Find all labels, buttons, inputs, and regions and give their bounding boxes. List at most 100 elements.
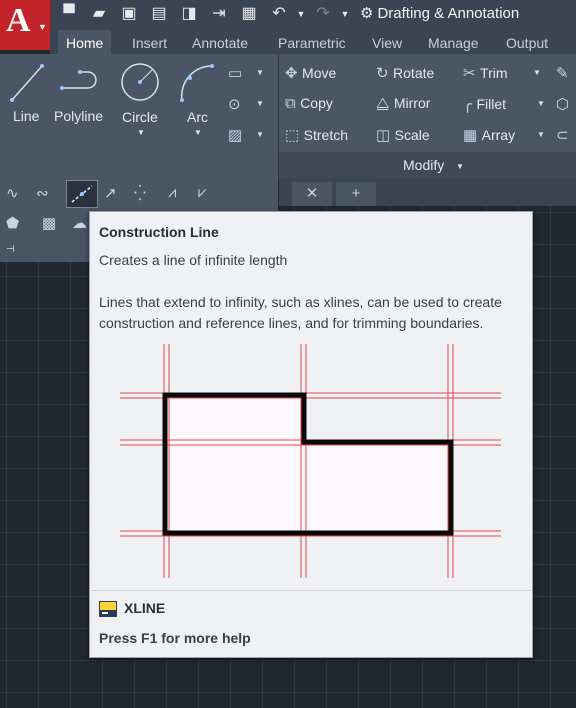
gear-icon: ⚙ [360,5,374,22]
divide-icon[interactable]: ⩘ [168,184,176,201]
chevron-down-icon[interactable]: ▼ [537,99,545,108]
scale-button[interactable]: ◫ Scale [376,126,430,145]
construction-line-button[interactable] [66,180,98,208]
move-button[interactable]: ✥ Move [285,64,336,83]
mirror-icon: ⧋ [376,95,390,112]
array-icon: ▦ [463,127,478,144]
chevron-down-icon[interactable]: ▼ [456,162,464,171]
tab-output[interactable]: Output [498,30,556,54]
line-tool-label: Line [13,108,40,124]
construction-line-icon [71,185,93,203]
erase-icon[interactable]: ✎ [556,64,569,82]
fillet-label: Fillet [476,96,507,112]
ellipse-icon[interactable]: ⊙ [228,95,241,113]
open-web-icon[interactable]: ◨ [178,4,200,24]
chevron-down-icon: ▼ [38,22,47,32]
tab-home[interactable]: Home [58,30,112,54]
hatch-icon[interactable]: ▨ [228,126,242,144]
chevron-down-icon[interactable]: ▼ [533,68,541,77]
chevron-down-icon[interactable]: ▼ [256,99,264,108]
draw-expanded-row-1: ∿ ∾ ↗ ⁛ ⩘ ⩗ [6,180,266,208]
draw-expanded-row-2: ⬟ ▩ ☁ [6,214,87,238]
measure-icon[interactable]: ⩗ [198,184,206,201]
polyline-tool-label: Polyline [54,108,104,124]
revcloud-icon[interactable]: ☁ [72,214,87,232]
undo-icon[interactable]: ↶ [268,4,290,24]
open-icon[interactable]: ▰ [88,4,110,24]
close-tab-button[interactable]: ✕ [292,182,332,206]
chevron-down-icon[interactable]: ▼ [334,4,356,24]
rotate-icon: ↻ [376,65,389,82]
circle-tool[interactable] [118,60,162,110]
copy-label: Copy [300,95,333,111]
trim-icon: ✂ [463,65,476,82]
scale-label: Scale [394,127,430,143]
stretch-icon: ⬚ [285,127,300,144]
spline-fit-icon[interactable]: ∿ [6,184,19,202]
arc-tool-label: Arc [187,109,208,125]
plot-icon[interactable]: ▦ [238,4,260,24]
array-label: Array [481,127,516,143]
stretch-button[interactable]: ⬚ Stretch [285,126,348,145]
tab-view[interactable]: View [364,30,410,54]
multiple-points-icon[interactable]: ⁛ [134,184,146,202]
stretch-label: Stretch [303,127,348,143]
ray-icon[interactable]: ↗ [104,184,117,202]
rotate-button[interactable]: ↻ Rotate [376,64,434,83]
save-web-icon[interactable]: ⇥ [208,4,230,24]
tooltip-short-description: Creates a line of infinite length [99,252,288,268]
new-icon[interactable]: ▀ [58,4,80,24]
wipeout-icon[interactable]: ▩ [42,214,56,232]
arc-tool[interactable] [176,60,220,110]
spline-cv-icon[interactable]: ∾ [36,184,49,202]
application-menu-button[interactable]: A ▼ [0,0,51,50]
tab-annotate[interactable]: Annotate [184,30,256,54]
tooltip-help-hint: Press F1 for more help [99,630,251,646]
copy-icon: ⧉ [285,95,296,112]
move-icon: ✥ [285,65,298,82]
offset-icon[interactable]: ⊂ [556,126,569,144]
tooltip-command-name: XLINE [124,600,166,616]
fillet-button[interactable]: ╭ Fillet [463,95,506,114]
chevron-down-icon[interactable]: ▼ [194,128,202,137]
copy-button[interactable]: ⧉ Copy [285,95,333,113]
mirror-button[interactable]: ⧋ Mirror [376,95,430,113]
mirror-label: Mirror [393,95,431,111]
new-tab-button[interactable]: + [336,182,376,206]
chevron-down-icon[interactable]: ▼ [256,68,264,77]
trim-label: Trim [480,65,508,81]
command-line-icon [99,601,117,617]
trim-button[interactable]: ✂ Trim [463,64,508,83]
tab-parametric[interactable]: Parametric [270,30,354,54]
circle-icon [121,63,159,101]
workspace-label: Drafting & Annotation [377,5,520,22]
save-as-icon[interactable]: ▤ [148,4,170,24]
chevron-down-icon[interactable]: ▼ [290,4,312,24]
autocad-logo: A [6,2,31,39]
workspace-switcher[interactable]: ⚙ Drafting & Annotation [360,2,519,26]
tooltip-long-description: Lines that extend to infinity, such as x… [99,294,502,331]
tooltip-divider [91,590,531,591]
xline-illustration [120,344,501,578]
polyline-icon [60,70,97,90]
tab-manage[interactable]: Manage [420,30,487,54]
rotate-label: Rotate [393,65,435,81]
polyline-tool[interactable] [58,60,102,110]
tooltip-title: Construction Line [99,224,219,240]
move-label: Move [302,65,337,81]
chevron-down-icon[interactable]: ▼ [537,130,545,139]
line-tool[interactable] [6,60,48,110]
modify-panel-title[interactable]: Modify [403,157,444,173]
array-button[interactable]: ▦ Array [463,126,515,145]
chevron-down-icon[interactable]: ▼ [137,128,145,137]
region-icon[interactable]: ⬟ [6,214,19,232]
save-icon[interactable]: ▣ [118,4,140,24]
pin-icon[interactable]: ⊣ [6,244,15,255]
redo-icon[interactable]: ↷ [312,4,334,24]
scale-icon: ◫ [376,127,391,144]
circle-tool-label: Circle [122,109,158,125]
chevron-down-icon[interactable]: ▼ [256,130,264,139]
explode-icon[interactable]: ⬡ [556,95,569,113]
tab-insert[interactable]: Insert [124,30,175,54]
rectangle-icon[interactable]: ▭ [228,64,242,82]
